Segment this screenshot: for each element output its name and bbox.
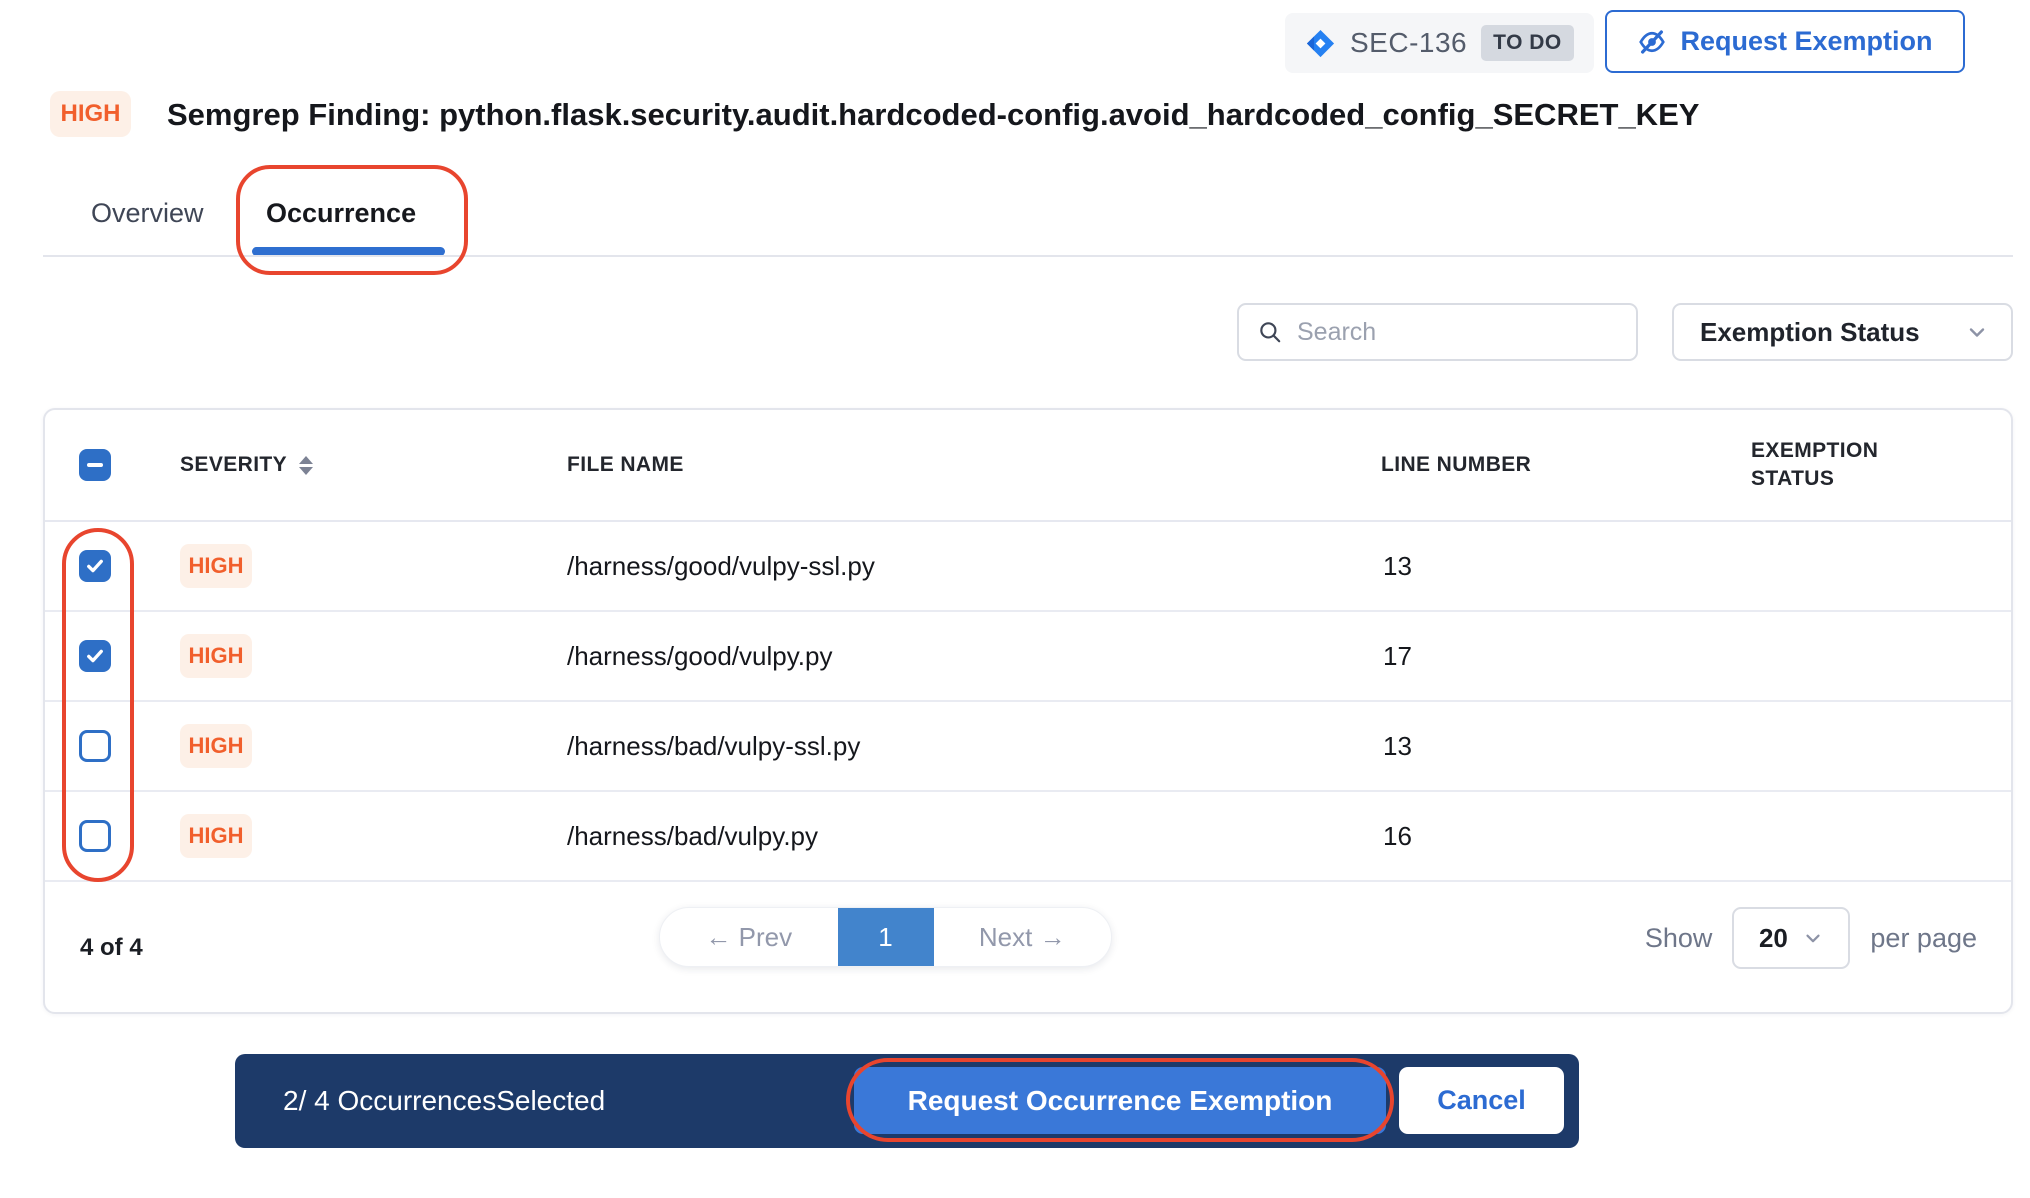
severity-badge: HIGH (180, 814, 252, 858)
search-icon (1257, 319, 1283, 345)
finding-detail-page: SEC-136 TO DO Request Exemption HIGH Sem… (0, 0, 2030, 1198)
table-header-row: SEVERITY FILE NAME LINE NUMBER EXEMPTION… (45, 410, 2011, 522)
jira-status-badge: TO DO (1481, 25, 1574, 61)
select-all-checkbox[interactable] (79, 449, 111, 481)
jira-ticket-chip[interactable]: SEC-136 TO DO (1285, 13, 1594, 73)
row-checkbox[interactable] (79, 730, 111, 762)
table-row: HIGH /harness/good/vulpy-ssl.py 13 (45, 522, 2011, 612)
exemption-status-dropdown-label: Exemption Status (1700, 317, 1920, 348)
jira-ticket-key: SEC-136 (1350, 27, 1467, 59)
prev-page-button[interactable]: ← Prev (660, 908, 838, 966)
page-size-select[interactable]: 20 (1732, 907, 1850, 969)
request-occurrence-exemption-button[interactable]: Request Occurrence Exemption (854, 1067, 1386, 1134)
row-checkbox[interactable] (79, 820, 111, 852)
chevron-down-icon (1802, 927, 1824, 949)
chevron-down-icon (1965, 320, 1989, 344)
eye-off-icon (1637, 27, 1667, 57)
page-size-control: Show 20 per page (1645, 907, 1977, 969)
column-header-line-number: LINE NUMBER (1351, 453, 1641, 477)
per-page-label: per page (1870, 923, 1977, 954)
table-row: HIGH /harness/bad/vulpy.py 16 (45, 792, 2011, 882)
file-name: /harness/good/vulpy.py (461, 641, 1351, 672)
tab-occurrence[interactable]: Occurrence (266, 198, 416, 229)
column-header-file-name: FILE NAME (461, 453, 1351, 477)
page-title: Semgrep Finding: python.flask.security.a… (167, 97, 1699, 133)
line-number: 16 (1351, 821, 1641, 852)
minus-icon (87, 463, 103, 467)
page-size-value: 20 (1759, 923, 1788, 954)
line-number: 13 (1351, 731, 1641, 762)
tabs-divider (43, 255, 2013, 257)
checkmark-icon (85, 646, 105, 666)
column-header-severity[interactable]: SEVERITY (180, 453, 287, 477)
table-row: HIGH /harness/good/vulpy.py 17 (45, 612, 2011, 702)
show-label: Show (1645, 923, 1713, 954)
line-number: 13 (1351, 551, 1641, 582)
row-count-summary: 4 of 4 (80, 934, 143, 962)
row-checkbox[interactable] (79, 550, 111, 582)
file-name: /harness/bad/vulpy.py (461, 821, 1351, 852)
severity-badge: HIGH (180, 724, 252, 768)
next-page-button[interactable]: Next → (934, 908, 1112, 966)
column-header-exemption-status: EXEMPTION STATUS (1641, 437, 1901, 494)
exemption-status-dropdown[interactable]: Exemption Status (1672, 303, 2013, 361)
file-name: /harness/bad/vulpy-ssl.py (461, 731, 1351, 762)
search-box[interactable] (1237, 303, 1638, 361)
file-name: /harness/good/vulpy-ssl.py (461, 551, 1351, 582)
tab-overview[interactable]: Overview (91, 198, 204, 229)
selection-action-bar: 2/ 4 OccurrencesSelected Request Occurre… (235, 1054, 1579, 1148)
line-number: 17 (1351, 641, 1641, 672)
checkmark-icon (85, 556, 105, 576)
search-input[interactable] (1297, 318, 1618, 347)
jira-icon (1305, 28, 1336, 59)
selection-count-text: 2/ 4 OccurrencesSelected (283, 1085, 605, 1117)
severity-badge: HIGH (180, 634, 252, 678)
table-row: HIGH /harness/bad/vulpy-ssl.py 13 (45, 702, 2011, 792)
request-exemption-button[interactable]: Request Exemption (1605, 10, 1965, 73)
occurrences-table: SEVERITY FILE NAME LINE NUMBER EXEMPTION… (43, 408, 2013, 1014)
severity-badge: HIGH (180, 544, 252, 588)
pagination: ← Prev 1 Next → (659, 907, 1112, 967)
current-page-button[interactable]: 1 (838, 908, 934, 966)
table-footer: 4 of 4 ← Prev 1 Next → Show 20 per page (45, 884, 2011, 1014)
finding-severity-badge: HIGH (50, 91, 131, 137)
request-exemption-label: Request Exemption (1680, 26, 1932, 57)
cancel-button[interactable]: Cancel (1399, 1067, 1564, 1134)
row-checkbox[interactable] (79, 640, 111, 672)
sort-icon[interactable] (299, 456, 313, 475)
